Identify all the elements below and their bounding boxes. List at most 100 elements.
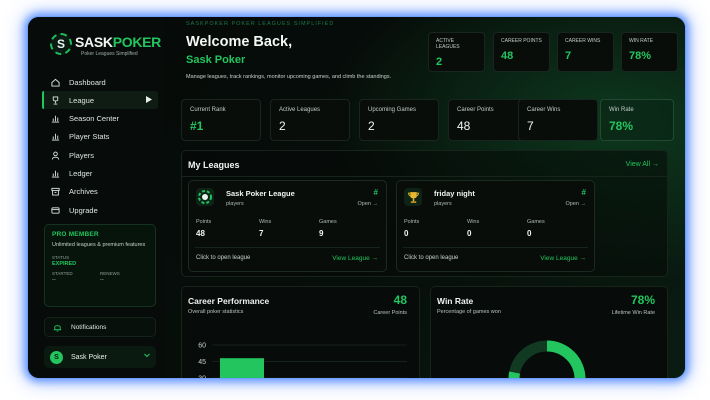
league-stat-value: 0 <box>467 229 472 238</box>
league-stat-label: Wins <box>467 219 480 225</box>
stat-label: Current Rank <box>190 107 226 113</box>
stat-value: #1 <box>190 119 204 133</box>
avatar: S <box>50 350 63 364</box>
league-stat-value: 9 <box>319 229 324 238</box>
league-hash: # <box>373 188 378 197</box>
pro-description: Unlimited leagues & premium features <box>52 242 146 248</box>
brand-name-part2: POKER <box>112 34 162 50</box>
sidebar-item-upgrade[interactable]: Upgrade <box>42 201 158 219</box>
mini-stat-value: 7 <box>565 50 572 62</box>
league-subtitle: players <box>434 201 452 207</box>
league-stat-label: Points <box>196 219 212 225</box>
trophy-icon <box>404 188 422 206</box>
stat-label: Upcoming Games <box>368 107 417 113</box>
mini-stat-label: CAREER POINTS <box>501 38 542 44</box>
chart-bar <box>220 358 264 378</box>
league-stat-value: 7 <box>259 229 264 238</box>
pro-dates: STARTED -- RENEWS -- <box>52 271 148 283</box>
mini-stat-value: 48 <box>501 50 514 62</box>
pro-renews-value: -- <box>100 277 104 283</box>
header-subtitle: Manage leagues, track rankings, monitor … <box>186 74 392 80</box>
stat-card-active-leagues: Active Leagues 2 <box>270 99 350 141</box>
sidebar-item-player-stats[interactable]: Player Stats <box>42 128 158 146</box>
mini-stat-label: ACTIVE LEAGUES <box>436 38 460 50</box>
mini-stat-value: 78% <box>629 50 652 62</box>
league-points: Points 48 <box>196 219 211 238</box>
pro-started-label: STARTED <box>52 271 73 276</box>
league-name: Sask Poker League <box>226 189 295 198</box>
user-name: Sask Poker <box>71 353 107 361</box>
mini-stat-career-wins: CAREER WINS 7 <box>557 32 614 72</box>
league-wins: Wins 0 <box>467 219 479 238</box>
league-stat-label: Games <box>527 219 545 225</box>
pro-started: STARTED -- <box>52 271 100 283</box>
sidebar-item-league[interactable]: League <box>42 91 158 110</box>
view-league-link[interactable]: View League → <box>540 255 586 262</box>
pro-status-label: STATUS <box>52 255 70 260</box>
league-wins: Wins 7 <box>259 219 271 238</box>
caret-right-icon <box>146 96 152 105</box>
y-tick-label: 60 <box>198 343 206 350</box>
trophy-icon <box>51 96 60 105</box>
league-stat-value: 0 <box>527 229 532 238</box>
user-menu[interactable]: S Sask Poker <box>44 346 156 368</box>
mini-stat-value: 2 <box>436 56 443 68</box>
y-tick-label: 30 <box>198 376 206 380</box>
stat-label: Active Leagues <box>279 107 321 113</box>
league-games: Games 9 <box>319 219 337 238</box>
league-card[interactable]: friday night players # Open → Points 0 W… <box>396 180 595 272</box>
notifications-label: Notifications <box>71 323 107 331</box>
league-open-link[interactable]: Open → <box>566 201 586 207</box>
chip-icon <box>196 188 214 206</box>
archive-icon <box>51 187 60 196</box>
league-stat-label: Games <box>319 219 337 225</box>
brand-logo[interactable]: S SASKPOKER Poker Leagues Simplified <box>50 33 161 59</box>
pro-member-card: PRO MEMBER Unlimited leagues & premium f… <box>44 224 156 307</box>
sidebar-item-label: Archives <box>69 187 98 197</box>
sidebar-item-season-center[interactable]: Season Center <box>42 110 158 128</box>
stat-card-win-rate: Win Rate 78% <box>600 99 674 141</box>
home-icon <box>51 78 60 87</box>
league-hash: # <box>581 188 586 197</box>
league-stat-value: 48 <box>196 229 205 238</box>
divider <box>182 176 667 177</box>
sidebar: S SASKPOKER Poker Leagues Simplified Das… <box>28 17 165 378</box>
league-stat-value: 0 <box>404 229 409 238</box>
pro-renews-label: RENEWS <box>100 271 120 276</box>
divider <box>195 247 380 248</box>
notifications-button[interactable]: Notifications <box>44 317 156 337</box>
pro-title: PRO MEMBER <box>52 231 99 238</box>
league-points: Points 0 <box>404 219 419 238</box>
sidebar-item-dashboard[interactable]: Dashboard <box>42 73 158 91</box>
mini-stat-win-rate: WIN RATE 78% <box>621 32 678 72</box>
pro-status: EXPIRED <box>52 261 77 267</box>
view-league-link[interactable]: View League → <box>332 255 378 262</box>
pro-started-value: -- <box>52 277 56 283</box>
sidebar-item-archives[interactable]: Archives <box>42 183 158 201</box>
y-tick-label: 45 <box>198 359 206 366</box>
main-content: SASKPOKER POKER LEAGUES SIMPLIFIED Welco… <box>164 17 685 378</box>
divider <box>403 247 588 248</box>
sidebar-item-players[interactable]: Players <box>42 146 158 164</box>
stat-label: Career Points <box>457 107 494 113</box>
brand-name: SASKPOKER <box>75 34 161 50</box>
career-chart: 60 45 30 <box>198 343 407 380</box>
mini-stat-label: WIN RATE <box>629 38 654 44</box>
stat-card-career-wins: Career Wins 7 <box>518 99 598 141</box>
card-icon <box>51 206 60 215</box>
header-tagline: SASKPOKER POKER LEAGUES SIMPLIFIED <box>186 21 335 27</box>
view-all-link[interactable]: View All → <box>626 161 659 168</box>
career-performance-panel: Career Performance Overall poker statist… <box>181 286 420 380</box>
bar-chart-icon <box>51 169 60 178</box>
league-card[interactable]: Sask Poker League players # Open → Point… <box>188 180 387 272</box>
league-open-link[interactable]: Open → <box>358 201 378 207</box>
league-subtitle: players <box>226 201 244 207</box>
stat-card-current-rank: Current Rank #1 <box>181 99 261 141</box>
mini-stat-label: CAREER WINS <box>565 38 601 44</box>
sidebar-item-ledger[interactable]: Ledger <box>42 164 158 182</box>
stat-value: 2 <box>368 119 375 133</box>
stat-value: 7 <box>527 119 534 133</box>
chevron-down-icon <box>144 353 150 360</box>
win-rate-panel: Win Rate Percentage of games won 78% Lif… <box>430 286 668 378</box>
stat-card-career-points: Career Points 48 <box>448 99 528 141</box>
